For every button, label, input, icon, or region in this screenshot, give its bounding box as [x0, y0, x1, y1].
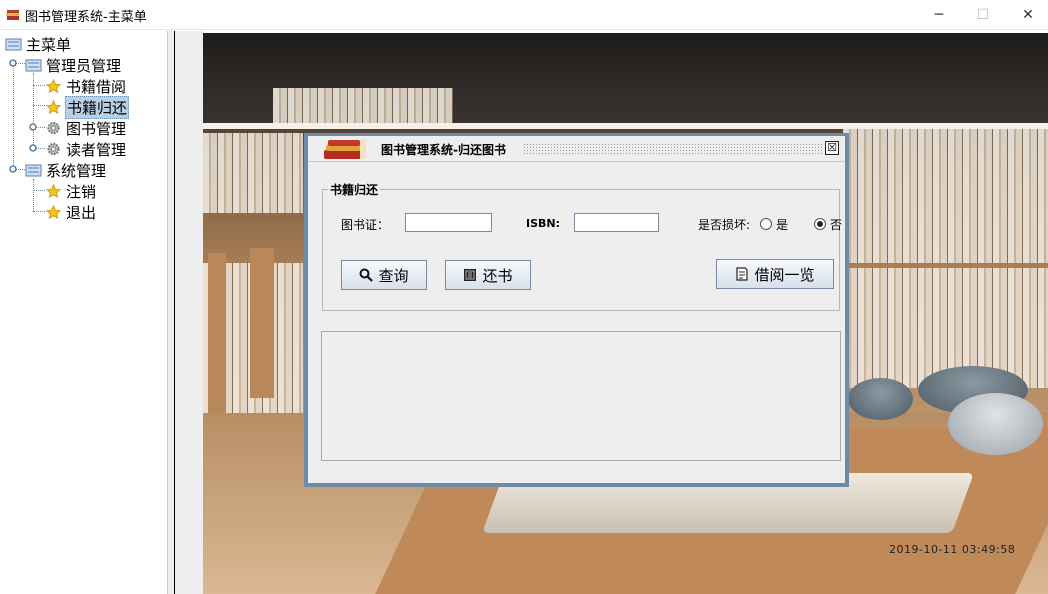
- bookshelf: [843, 123, 1048, 263]
- wood-pillar: [250, 248, 274, 398]
- damaged-no-radio[interactable]: [814, 218, 826, 230]
- card-label: 图书证：: [341, 218, 390, 232]
- tree-toggle-icon[interactable]: [28, 143, 38, 153]
- tree-label: 书籍借阅: [66, 77, 127, 96]
- star-icon: [45, 79, 62, 93]
- tree-line: [33, 190, 45, 191]
- window-title-bar: 图书管理系统-主菜单 ─ ☐ ✕: [0, 0, 1048, 30]
- return-group: 书籍归还: [322, 181, 840, 311]
- gear-icon: [47, 142, 60, 156]
- tree-label: 注销: [66, 182, 97, 201]
- card-number-input[interactable]: [405, 213, 492, 232]
- dialog-title: 图书管理系统-归还图书: [381, 141, 510, 158]
- query-button-label: 查询: [378, 266, 409, 285]
- star-icon: [45, 205, 62, 219]
- tree-line: [13, 63, 14, 169]
- damaged-label: 是否损坏:: [698, 218, 751, 232]
- dialog-close-button[interactable]: ☒: [825, 141, 839, 155]
- stool: [948, 393, 1043, 455]
- tree-label: 主菜单: [26, 35, 72, 54]
- result-panel: [321, 331, 841, 461]
- tree-label: 系统管理: [46, 161, 107, 180]
- document-icon: [736, 267, 749, 281]
- minimize-button[interactable]: ─: [916, 0, 962, 30]
- gear-icon: [47, 121, 60, 135]
- maximize-button[interactable]: ☐: [960, 0, 1006, 30]
- star-icon: [45, 100, 62, 114]
- star-icon: [45, 184, 62, 198]
- wood-pillar: [208, 253, 226, 423]
- borrow-list-button-label: 借阅一览: [754, 265, 815, 284]
- tree-item-book-manage[interactable]: 图书管理: [45, 118, 127, 138]
- books-icon: [324, 139, 366, 159]
- tree-line: [33, 105, 45, 106]
- tree-toggle-icon[interactable]: [28, 122, 38, 132]
- tree-node-system[interactable]: 系统管理: [25, 160, 107, 180]
- tree-label: 书籍归还: [65, 95, 130, 119]
- tree-item-borrow[interactable]: 书籍借阅: [45, 76, 127, 96]
- damaged-yes-radio[interactable]: [760, 218, 772, 230]
- damaged-yes-label: 是: [776, 218, 789, 232]
- close-button[interactable]: ✕: [1005, 0, 1048, 30]
- desktop-margin: [175, 31, 203, 594]
- isbn-input[interactable]: [574, 213, 659, 232]
- isbn-label: ISBN:: [526, 217, 561, 230]
- tree-item-logout[interactable]: 注销: [45, 181, 97, 201]
- dialog-title-bar[interactable]: 图书管理系统-归还图书 ☒: [308, 136, 845, 162]
- tree-line: [33, 179, 34, 211]
- tree-label: 读者管理: [66, 140, 127, 159]
- borrow-list-button[interactable]: 借阅一览: [716, 259, 834, 289]
- book-icon: [464, 269, 477, 281]
- tree-toggle-icon[interactable]: [8, 164, 18, 174]
- return-button[interactable]: 还书: [445, 260, 531, 290]
- tree-item-reader-manage[interactable]: 读者管理: [45, 139, 127, 159]
- title-bar-texture: [523, 143, 823, 156]
- query-button[interactable]: 查询: [341, 260, 427, 290]
- folder-icon: [25, 59, 42, 72]
- group-title: 书籍归还: [328, 181, 381, 198]
- return-book-dialog[interactable]: 图书管理系统-归还图书 ☒ 书籍归还 图书证： ISBN: 是否损坏: 是 否 …: [304, 133, 849, 487]
- tree-node-admin[interactable]: 管理员管理: [25, 55, 122, 75]
- stool: [848, 378, 913, 420]
- balcony-edge: [203, 123, 1048, 129]
- bookshelf: [203, 133, 303, 213]
- damaged-no-label: 否: [830, 218, 843, 232]
- navigation-tree[interactable]: 主菜单 管理员管理 书籍借阅 书籍归还 图书管理 读者管理 系统管理 注销 退出: [0, 31, 168, 594]
- tree-label: 退出: [66, 203, 97, 222]
- tree-label: 管理员管理: [46, 56, 122, 75]
- return-button-label: 还书: [482, 266, 513, 285]
- tree-item-return[interactable]: 书籍归还: [45, 95, 130, 119]
- tree-label: 图书管理: [66, 119, 127, 138]
- window-title: 图书管理系统-主菜单: [25, 10, 147, 25]
- bookshelf: [273, 88, 453, 128]
- tree-item-exit[interactable]: 退出: [45, 202, 97, 222]
- tree-node-root[interactable]: 主菜单: [5, 34, 72, 54]
- tree-line: [33, 211, 45, 212]
- photo-timestamp: 2019-10-11 03:49:58: [889, 543, 1016, 556]
- books-app-icon: [6, 10, 19, 20]
- tree-line: [33, 85, 45, 86]
- tree-toggle-icon[interactable]: [8, 58, 18, 68]
- folder-icon: [5, 38, 22, 51]
- folder-icon: [25, 164, 42, 177]
- search-icon: [359, 268, 374, 282]
